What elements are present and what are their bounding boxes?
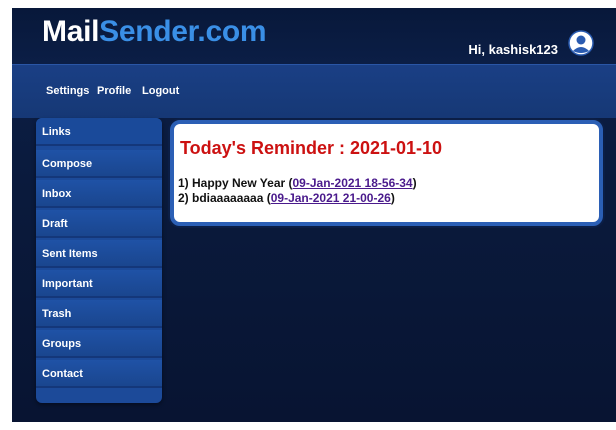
reminder-item-link[interactable]: 09-Jan-2021 21-00-26: [271, 191, 391, 205]
reminder-item-text: 1) Happy New Year: [178, 176, 289, 190]
sidebar-item-compose[interactable]: Compose: [36, 150, 162, 178]
site-logo[interactable]: MailSender.com: [42, 12, 267, 52]
reminder-item-text: 2) bdiaaaaaaaa: [178, 191, 267, 205]
reminder-panel: Today's Reminder : 2021-01-10 1) Happy N…: [170, 120, 603, 226]
reminder-item: 1) Happy New Year (09-Jan-2021 18-56-34): [178, 176, 417, 190]
sidebar-item-inbox[interactable]: Inbox: [36, 180, 162, 208]
reminder-item: 2) bdiaaaaaaaa (09-Jan-2021 21-00-26): [178, 191, 395, 205]
nav-logout[interactable]: Logout: [142, 85, 179, 97]
sidebar-item-contact[interactable]: Contact: [36, 360, 162, 388]
sidebar-item-sent-items[interactable]: Sent Items: [36, 240, 162, 268]
sidebar-item-groups[interactable]: Groups: [36, 330, 162, 358]
nav-settings[interactable]: Settings: [46, 85, 89, 97]
top-navigation: Settings Profile Logout: [12, 64, 616, 118]
sidebar-item-links[interactable]: Links: [36, 118, 162, 146]
user-avatar-icon[interactable]: [568, 30, 594, 56]
app-frame: MailSender.com Hi, kashisk123 Settings P…: [12, 8, 616, 422]
nav-profile[interactable]: Profile: [97, 85, 131, 97]
logo-part-mail: Mail: [42, 15, 100, 48]
reminder-item-link[interactable]: 09-Jan-2021 18-56-34: [293, 176, 413, 190]
sidebar-item-important[interactable]: Important: [36, 270, 162, 298]
reminder-title: Today's Reminder : 2021-01-10: [180, 138, 443, 158]
header: MailSender.com Hi, kashisk123: [12, 8, 616, 64]
reminder-list: 1) Happy New Year (09-Jan-2021 18-56-34)…: [178, 176, 417, 206]
sidebar-item-trash[interactable]: Trash: [36, 300, 162, 328]
sidebar-item-draft[interactable]: Draft: [36, 210, 162, 238]
logo-part-sender: Sender.com: [99, 15, 267, 48]
sidebar: Links Compose Inbox Draft Sent Items Imp…: [36, 118, 162, 403]
user-greeting: Hi, kashisk123: [468, 42, 558, 57]
